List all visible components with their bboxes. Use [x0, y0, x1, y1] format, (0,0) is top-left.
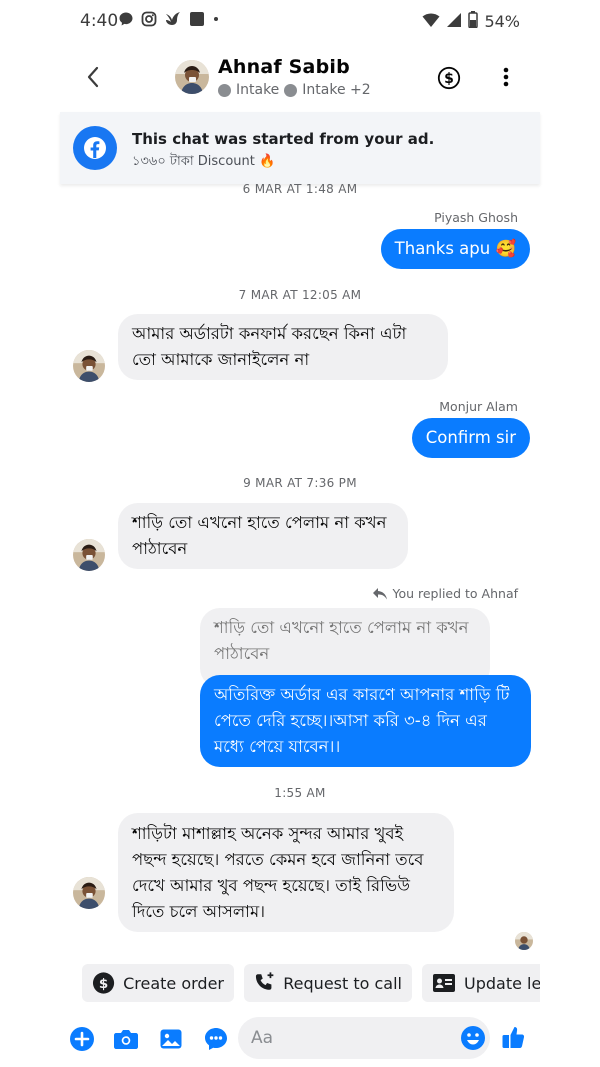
contact-avatar-small[interactable] — [73, 350, 105, 382]
more-notifications-dot — [212, 11, 220, 31]
timestamp: 7 MAR AT 12:05 AM — [238, 288, 362, 302]
svg-text:$: $ — [99, 977, 108, 992]
contact-tags[interactable]: Intake Intake +2 — [218, 82, 371, 98]
chat-bubble-icon — [118, 11, 134, 31]
status-bar: 4:40 54% — [0, 0, 600, 42]
more-options-button[interactable] — [495, 64, 517, 90]
chevron-left-icon — [87, 66, 99, 88]
instagram-icon — [141, 11, 157, 31]
contact-avatar-small[interactable] — [73, 877, 105, 909]
sender-name: Monjur Alam — [439, 399, 518, 414]
battery-level: 54% — [484, 12, 520, 31]
create-order-button[interactable]: $ Create order — [82, 964, 234, 1002]
conversation-header: Ahnaf Sabib Intake Intake +2 $ — [0, 42, 600, 112]
smiley-icon — [461, 1026, 485, 1050]
image-icon — [160, 1029, 182, 1049]
plus-circle-icon — [70, 1027, 94, 1051]
reply-indicator-text: You replied to Ahnaf — [392, 586, 518, 601]
quick-actions-bar: $ Create order Request to call Update le — [82, 964, 540, 1004]
request-call-label: Request to call — [283, 973, 402, 993]
update-lead-label: Update le — [464, 973, 540, 993]
svg-text:$: $ — [444, 71, 454, 87]
timestamp: 6 MAR AT 1:48 AM — [242, 182, 358, 196]
saved-replies-button[interactable] — [203, 1026, 229, 1052]
thumbs-up-icon — [502, 1027, 525, 1048]
ad-origin-banner[interactable]: This chat was started from your ad. ১৩৬০… — [60, 112, 540, 184]
tag-label: Intake — [236, 82, 280, 98]
message-input[interactable]: Aa — [238, 1017, 490, 1059]
tag-label: Intake +2 — [302, 82, 371, 98]
system-status: 54% — [422, 11, 520, 32]
tag-dot-icon — [284, 83, 298, 97]
reply-arrow-icon — [373, 587, 388, 599]
status-time: 4:40 — [80, 11, 119, 31]
signal-icon — [446, 12, 462, 32]
back-button[interactable] — [78, 62, 108, 92]
id-card-icon — [433, 974, 455, 992]
update-lead-button[interactable]: Update le — [422, 964, 540, 1002]
facebook-icon — [73, 126, 117, 170]
phone-plus-icon — [255, 972, 274, 990]
notification-icons — [118, 11, 220, 31]
request-call-button[interactable]: Request to call — [244, 964, 412, 1002]
wifi-icon — [422, 12, 440, 32]
gallery-button[interactable] — [158, 1026, 184, 1052]
reply-indicator: You replied to Ahnaf — [372, 586, 518, 601]
tag-dot-icon — [218, 83, 231, 97]
timestamp: 1:55 AM — [274, 786, 326, 800]
dollar-icon: $ — [92, 972, 115, 994]
battery-icon — [468, 11, 479, 32]
message-bubble-outgoing[interactable]: Thanks apu 🥰 — [380, 229, 530, 269]
contact-avatar[interactable] — [175, 60, 209, 94]
like-button[interactable] — [500, 1024, 526, 1050]
sender-name: Piyash Ghosh — [434, 210, 518, 225]
contact-avatar-small[interactable] — [73, 539, 105, 571]
message-composer: Aa — [0, 1014, 600, 1064]
chat-dots-icon — [205, 1028, 227, 1050]
dollar-icon: $ — [437, 66, 461, 90]
add-button[interactable] — [69, 1026, 95, 1052]
emoji-button[interactable] — [460, 1025, 486, 1055]
message-bubble-incoming[interactable]: শাড়িটা মাশাল্লাহ অনেক সুন্দর আমার খুবই … — [118, 813, 454, 932]
vertical-dots-icon — [503, 67, 509, 87]
app-bird-icon — [164, 11, 182, 31]
contact-name[interactable]: Ahnaf Sabib — [218, 56, 350, 78]
ad-banner-subtitle: ১৩৬০ টাকা Discount 🔥 — [132, 154, 276, 169]
message-input-placeholder: Aa — [251, 1028, 274, 1048]
message-bubble-outgoing[interactable]: Confirm sir — [411, 418, 530, 458]
create-order-label: Create order — [123, 973, 224, 993]
message-bubble-incoming[interactable]: শাড়ি তো এখনো হাতে পেলাম না কখন পাঠাবেন — [118, 503, 408, 569]
ad-banner-title: This chat was started from your ad. — [132, 130, 435, 148]
camera-icon — [114, 1030, 138, 1049]
timestamp: 9 MAR AT 7:36 PM — [243, 476, 357, 490]
payment-button[interactable]: $ — [437, 66, 461, 90]
seen-receipt-avatar — [515, 932, 533, 950]
message-bubble-incoming[interactable]: আমার অর্ডারটা কনফার্ম করছেন কিনা এটা তো … — [118, 314, 448, 380]
app-square-icon — [189, 11, 205, 31]
message-bubble-outgoing[interactable]: অতিরিক্ত অর্ডার এর কারণে আপনার শাড়ি টি … — [200, 675, 531, 767]
camera-button[interactable] — [113, 1026, 139, 1052]
